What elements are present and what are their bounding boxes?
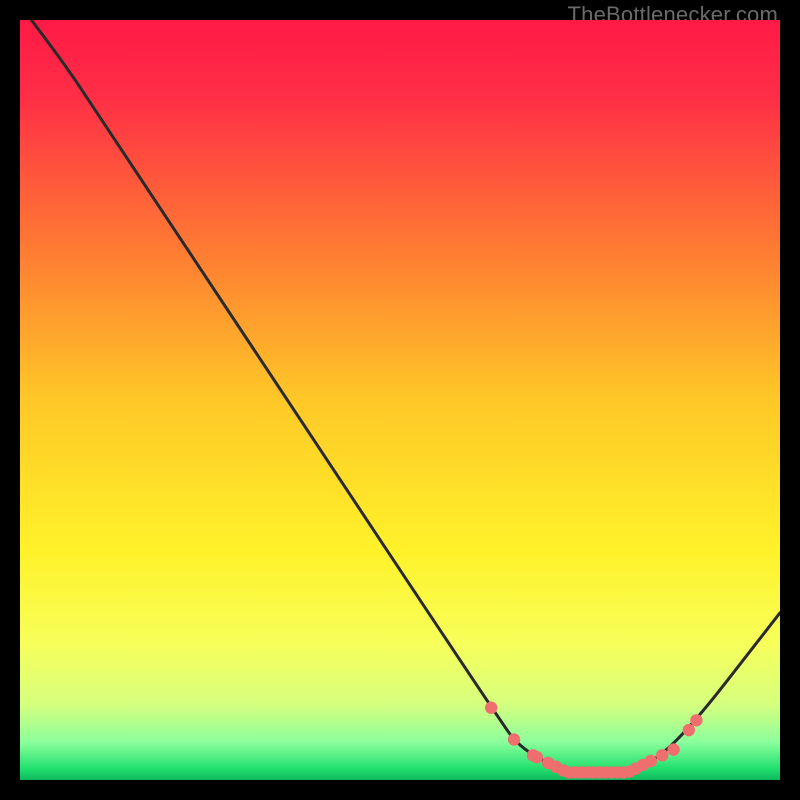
data-marker xyxy=(690,714,702,726)
data-marker xyxy=(645,755,657,767)
data-marker xyxy=(656,749,668,761)
bottleneck-chart xyxy=(20,20,780,780)
data-marker xyxy=(485,702,497,714)
data-marker xyxy=(667,743,679,755)
data-marker xyxy=(683,724,695,736)
chart-background xyxy=(20,20,780,780)
data-marker xyxy=(508,733,520,745)
chart-frame xyxy=(20,20,780,780)
data-marker xyxy=(531,751,543,763)
